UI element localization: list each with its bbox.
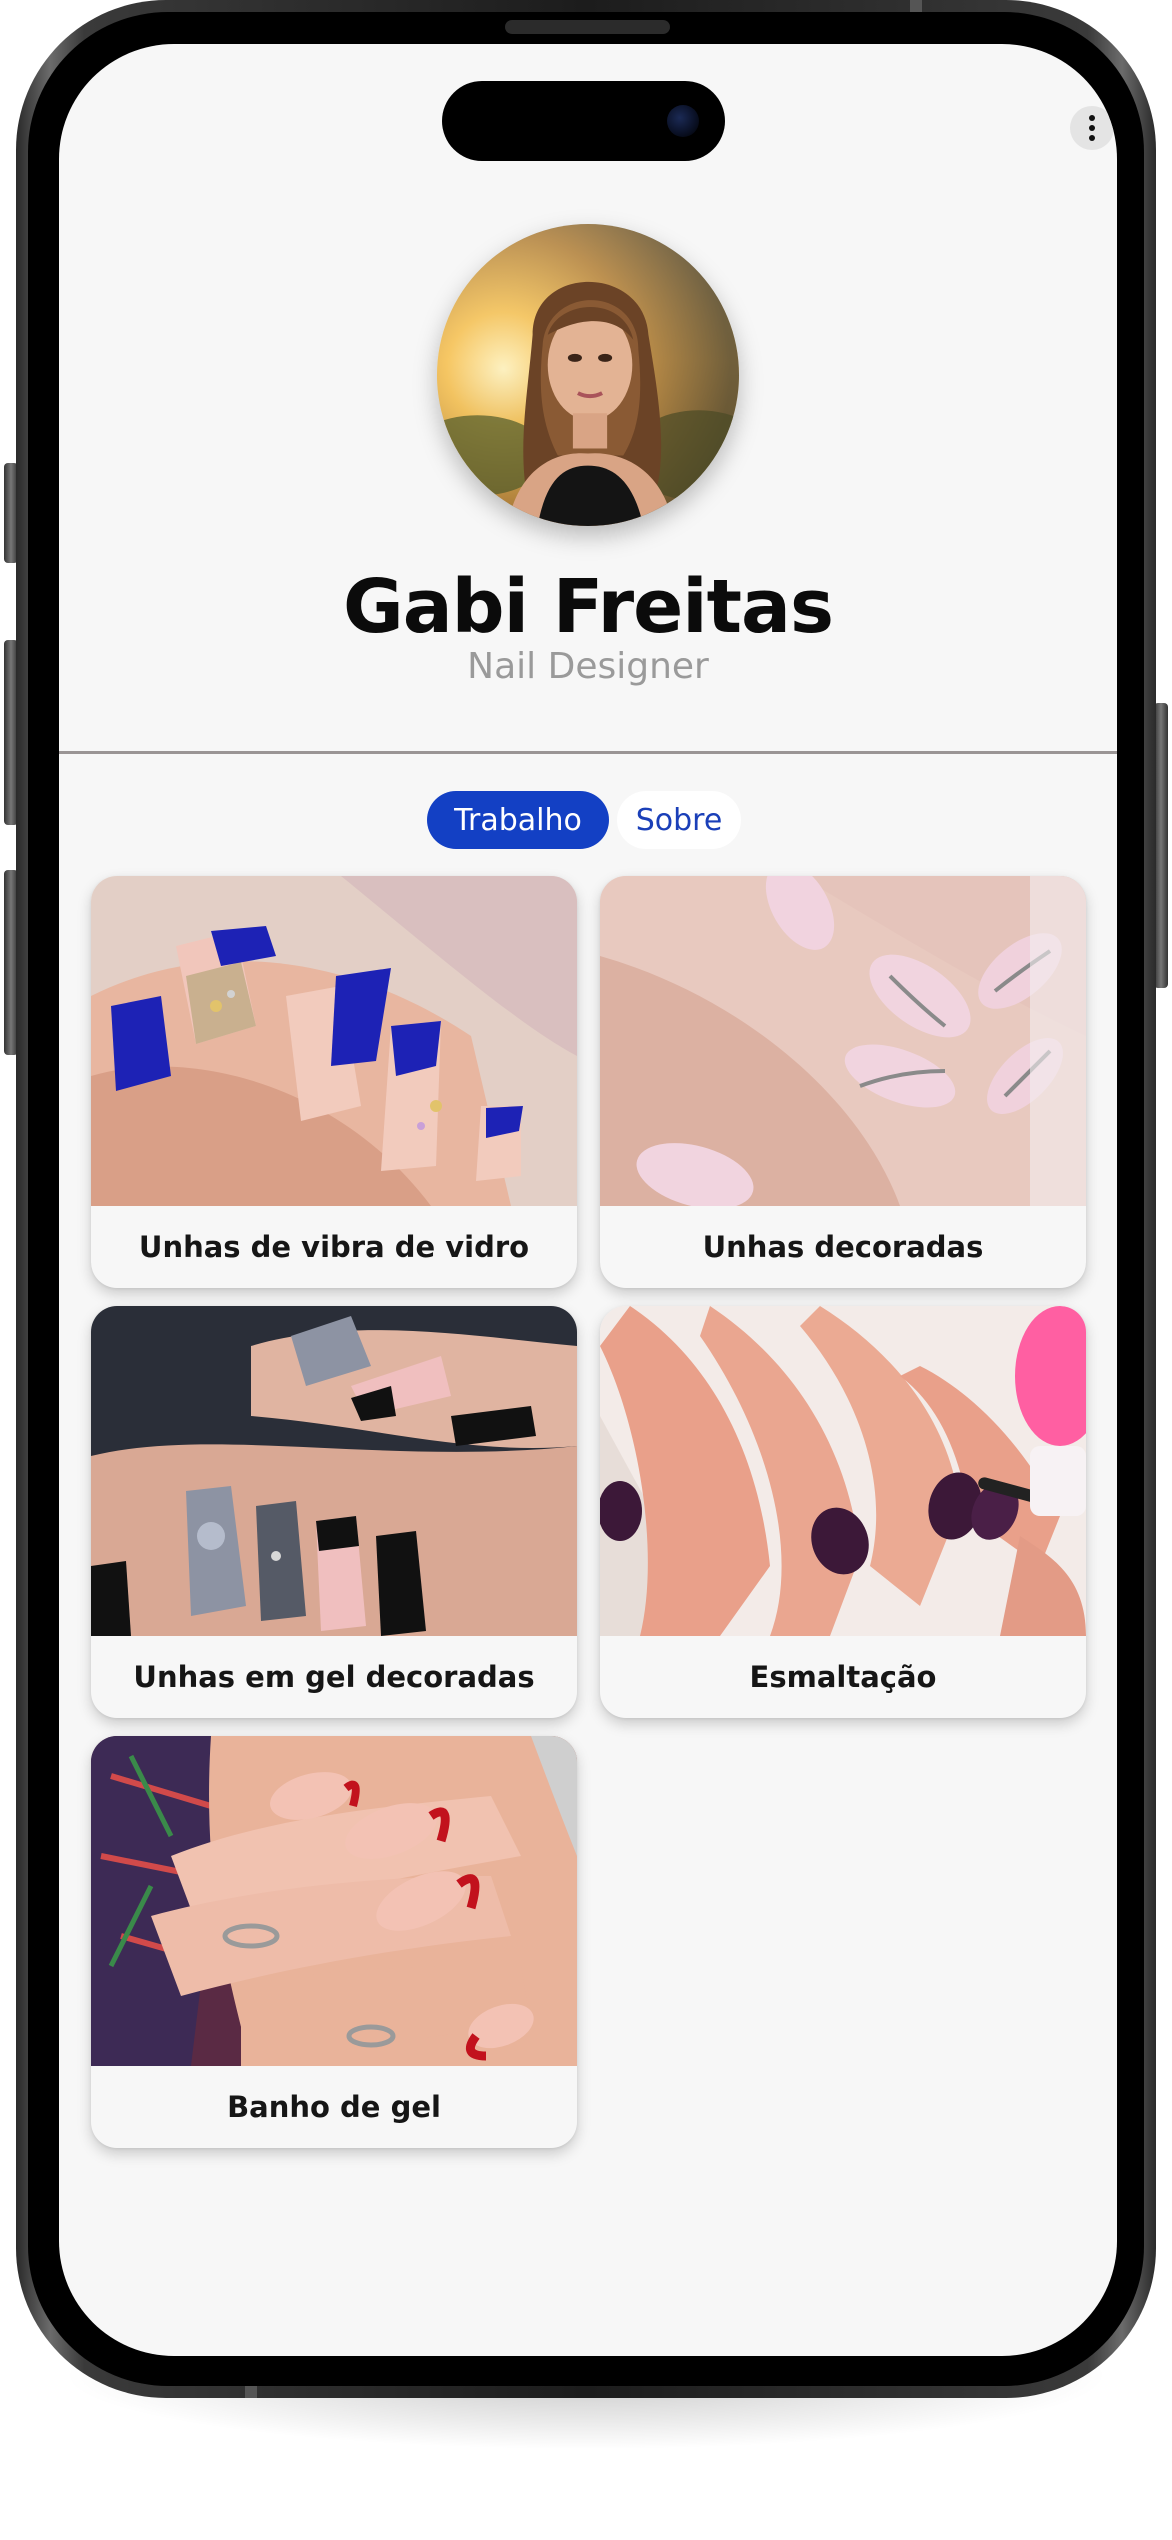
gallery-card[interactable]: Esmaltação: [600, 1306, 1086, 1718]
gallery-card[interactable]: Banho de gel: [91, 1736, 577, 2148]
antenna-line: [245, 2386, 257, 2398]
power-button: [1154, 703, 1168, 988]
gallery-image: [91, 1306, 577, 1636]
gallery-card-title: Esmaltação: [749, 1660, 937, 1694]
dynamic-island: [442, 81, 725, 161]
profile-name: Gabi Freitas: [343, 564, 834, 650]
antenna-line: [910, 0, 922, 12]
avatar: [437, 224, 739, 526]
more-vertical-icon: [1089, 125, 1095, 131]
front-camera-icon: [667, 105, 699, 137]
speaker-grill: [505, 20, 670, 34]
gallery-image: [600, 876, 1086, 1206]
gallery-card-title: Unhas em gel decoradas: [133, 1660, 535, 1694]
gallery-card-title: Unhas de vibra de vidro: [138, 1230, 530, 1264]
gallery-image: [91, 1736, 577, 2066]
profile-photo: [437, 224, 739, 526]
phone-screen: Gabi Freitas Nail Designer Trabalho Sobr…: [59, 44, 1117, 2356]
more-vertical-icon: [1089, 135, 1095, 141]
profile-role: Nail Designer: [467, 646, 709, 687]
tab-trabalho[interactable]: Trabalho: [427, 791, 609, 849]
tab-sobre[interactable]: Sobre: [617, 791, 741, 849]
gallery-card[interactable]: Unhas decoradas: [600, 876, 1086, 1288]
gallery-image: [91, 876, 577, 1206]
gallery-image: [600, 1306, 1086, 1636]
gallery-card-title: Unhas decoradas: [702, 1230, 984, 1264]
tab-bar: Trabalho Sobre: [427, 791, 741, 849]
gallery-card-title: Banho de gel: [227, 2090, 441, 2124]
section-divider: [59, 751, 1117, 754]
gallery-card[interactable]: Unhas de vibra de vidro: [91, 876, 577, 1288]
more-vertical-icon: [1089, 115, 1095, 121]
more-options-button[interactable]: [1070, 106, 1114, 150]
gallery-card[interactable]: Unhas em gel decoradas: [91, 1306, 577, 1718]
